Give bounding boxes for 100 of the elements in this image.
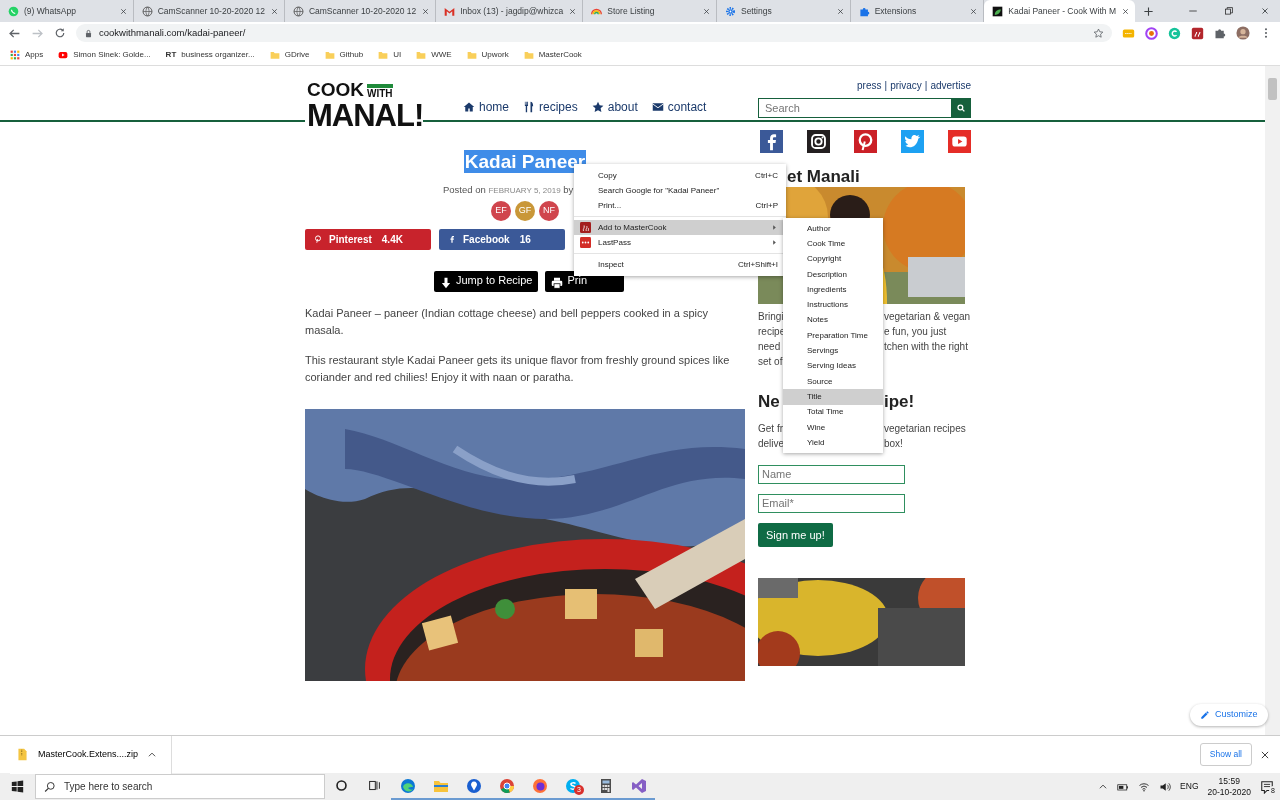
twitter-icon[interactable] bbox=[901, 130, 924, 153]
star-icon bbox=[591, 101, 604, 113]
folder-icon bbox=[269, 49, 280, 60]
puzzle-icon bbox=[858, 5, 870, 17]
header-link[interactable]: press bbox=[857, 78, 882, 93]
new-tab-icon[interactable] bbox=[1143, 5, 1154, 17]
menu-item[interactable]: Source bbox=[783, 373, 883, 390]
download-item[interactable]: MasterCook.Extens....zip bbox=[10, 735, 173, 774]
bookmark[interactable]: Github bbox=[324, 48, 364, 61]
menu-item[interactable]: Search Google for "Kadai Paneer" bbox=[574, 183, 786, 198]
text-fragment: vegetarian & vegan bbox=[884, 310, 971, 324]
reload-icon[interactable] bbox=[54, 27, 66, 39]
bookmark[interactable]: Apps bbox=[10, 48, 44, 61]
nav-link[interactable]: home bbox=[463, 98, 510, 116]
nav-link[interactable]: recipes bbox=[523, 98, 578, 116]
menu-item[interactable]: Print... Ctrl+P bbox=[574, 198, 786, 213]
flame-icon bbox=[580, 222, 591, 233]
bookmark[interactable]: MasterCook bbox=[523, 48, 582, 61]
bookmark[interactable]: UI bbox=[378, 48, 402, 61]
close-icon bbox=[421, 6, 431, 16]
share-button[interactable]: Facebook 16 bbox=[439, 228, 565, 250]
extensions-icon[interactable] bbox=[1214, 27, 1226, 39]
link-separator: | bbox=[884, 79, 888, 93]
menu-item[interactable]: Preparation Time bbox=[783, 328, 883, 344]
facebook-icon[interactable] bbox=[760, 130, 783, 153]
bookmark[interactable]: WWE bbox=[416, 48, 452, 61]
notification-icon[interactable] bbox=[1260, 779, 1274, 794]
nav-link[interactable]: about bbox=[591, 98, 638, 116]
extension-icon[interactable] bbox=[1145, 26, 1158, 40]
diet-tag: GF bbox=[515, 200, 535, 221]
heading-fragment: ipe! bbox=[884, 391, 915, 413]
address-bar[interactable]: cookwithmanali.com/kadai-paneer/ bbox=[76, 24, 1112, 42]
input-field[interactable]: Name bbox=[758, 464, 905, 484]
nav-link[interactable]: contact bbox=[651, 98, 707, 116]
menu-item[interactable]: Copyright bbox=[783, 251, 883, 267]
signup-button[interactable]: Sign me up! bbox=[758, 522, 833, 547]
bookmark[interactable]: Upwork bbox=[466, 48, 509, 61]
lock-icon bbox=[84, 28, 93, 38]
apps-grid-icon bbox=[10, 49, 20, 60]
text-fragment: set of bbox=[758, 356, 783, 367]
scrollbar-thumb[interactable] bbox=[1268, 78, 1277, 100]
close-icon[interactable] bbox=[1260, 6, 1270, 16]
folder-icon bbox=[523, 49, 534, 60]
header-link[interactable]: privacy bbox=[890, 78, 922, 93]
menu-item[interactable]: Add to MasterCook bbox=[574, 220, 786, 235]
instagram-icon[interactable] bbox=[807, 130, 830, 153]
paragraph: Kadai Paneer – paneer (Indian cottage cheese) and bell peppers cooked in a spicy masala. bbox=[305, 305, 709, 338]
bookmark[interactable]: Simon Sinek: Golde... bbox=[58, 48, 151, 61]
customize-button[interactable]: Customize bbox=[1190, 704, 1268, 726]
facebook-icon bbox=[447, 234, 457, 245]
menu-item[interactable]: Instructions bbox=[783, 297, 883, 313]
language-indicator[interactable]: ENG bbox=[1180, 780, 1199, 793]
text-fragment: Get fr bbox=[758, 422, 783, 434]
diet-tag: EF bbox=[491, 200, 511, 221]
search-icon bbox=[44, 780, 56, 793]
search-button[interactable] bbox=[951, 99, 970, 117]
search-field[interactable]: Search bbox=[758, 98, 971, 118]
dots-logo-icon bbox=[580, 237, 591, 248]
text-fragment: vegetarian recipes bbox=[884, 421, 966, 436]
browser-tab[interactable]: Kadai Paneer - Cook With M bbox=[984, 0, 1135, 22]
restore-icon[interactable] bbox=[1224, 6, 1234, 16]
text-fragment: delive bbox=[758, 437, 785, 449]
folder-icon bbox=[466, 49, 477, 60]
header-link[interactable]: advertise bbox=[930, 78, 971, 93]
home-icon bbox=[463, 101, 475, 113]
search-field[interactable]: Type here to search bbox=[35, 774, 325, 799]
menu-item[interactable]: Title bbox=[783, 389, 883, 405]
show-all-button[interactable]: Show all bbox=[1199, 743, 1252, 766]
extension-icon[interactable] bbox=[1191, 26, 1204, 40]
volume-icon[interactable] bbox=[1159, 780, 1172, 793]
search-icon bbox=[955, 103, 966, 113]
fork-knife-icon bbox=[523, 101, 536, 113]
menu-item[interactable]: LastPass bbox=[574, 235, 786, 250]
menu-item[interactable]: Cook Time bbox=[783, 236, 883, 252]
leaf-logo-icon bbox=[992, 5, 1004, 17]
bookmark[interactable]: RT business organizer... bbox=[165, 48, 255, 61]
input-field[interactable]: Email* bbox=[758, 493, 905, 513]
menu-item[interactable]: Total Time bbox=[783, 404, 883, 420]
menu-item[interactable]: Ingredients bbox=[783, 282, 883, 298]
pinterest-icon[interactable] bbox=[854, 130, 877, 153]
menu-item[interactable]: Author bbox=[783, 221, 883, 237]
text-fragment: e fun, you just bbox=[884, 325, 947, 339]
close-icon[interactable] bbox=[1260, 749, 1270, 760]
menu-item[interactable]: Inspect Ctrl+Shift+I bbox=[574, 257, 786, 272]
menu-item[interactable]: Notes bbox=[783, 312, 883, 329]
menu-item[interactable]: Description bbox=[783, 266, 883, 283]
youtube-icon[interactable] bbox=[948, 130, 971, 153]
menu-item[interactable]: Yield bbox=[783, 435, 883, 451]
clock[interactable]: 15:59 20-10-2020 bbox=[1207, 775, 1251, 798]
menu-item[interactable]: Wine bbox=[783, 419, 883, 436]
bookmark-star-icon[interactable] bbox=[1093, 27, 1104, 39]
menu-item[interactable]: Servings bbox=[783, 343, 883, 359]
fox-ball-icon bbox=[531, 777, 548, 794]
menu-item[interactable]: Serving Ideas bbox=[783, 358, 883, 374]
share-button[interactable]: Pinterest 4.4K bbox=[305, 228, 431, 250]
bookmark[interactable]: GDrive bbox=[269, 48, 310, 61]
wifi-icon[interactable] bbox=[1138, 780, 1151, 793]
avatar-icon[interactable] bbox=[1236, 26, 1250, 40]
folder-icon bbox=[378, 49, 389, 60]
recipe-button[interactable]: Jump to Recipe bbox=[434, 270, 539, 292]
